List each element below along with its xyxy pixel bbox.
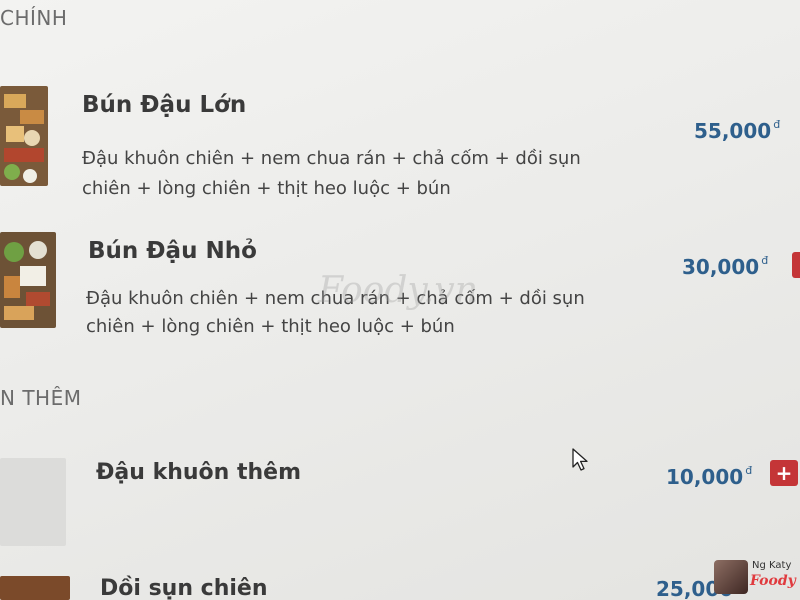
currency-symbol: đ bbox=[745, 464, 753, 477]
price-value: 55,000 bbox=[694, 119, 772, 143]
price-value: 10,000 bbox=[666, 465, 744, 489]
price-value: 30,000 bbox=[682, 255, 760, 279]
photo-credit-badge: Ng Katy Foody bbox=[712, 556, 800, 600]
item-thumbnail-placeholder bbox=[0, 458, 66, 546]
item-description: chiên + lòng chiên + thịt heo luộc + bún bbox=[86, 316, 455, 337]
item-name[interactable]: Dồi sụn chiên bbox=[100, 576, 267, 600]
watermark-logo: Foody.vn bbox=[318, 270, 478, 311]
item-description: Đậu khuôn chiên + nem chua rán + chả cốm… bbox=[82, 148, 581, 169]
credit-user-name: Ng Katy bbox=[752, 560, 792, 571]
item-name[interactable]: Đậu khuôn thêm bbox=[96, 460, 301, 485]
item-thumbnail[interactable] bbox=[0, 232, 56, 328]
plus-icon: + bbox=[775, 461, 793, 485]
add-to-cart-button[interactable] bbox=[792, 252, 800, 278]
avatar bbox=[714, 560, 748, 594]
currency-symbol: đ bbox=[773, 118, 781, 131]
item-thumbnail[interactable] bbox=[0, 86, 48, 186]
section-title-extra: N THÊM bbox=[0, 386, 82, 410]
item-price: 30,000 đ bbox=[682, 254, 768, 279]
add-to-cart-button[interactable]: + bbox=[770, 460, 798, 486]
item-price: 10,000 đ bbox=[666, 464, 752, 489]
food-photo-icon bbox=[0, 232, 56, 328]
item-name[interactable]: Bún Đậu Nhỏ bbox=[88, 238, 257, 264]
brand-logo: Foody bbox=[750, 573, 796, 589]
item-price: 55,000 đ bbox=[694, 118, 780, 143]
item-name[interactable]: Bún Đậu Lớn bbox=[82, 92, 246, 118]
currency-symbol: đ bbox=[761, 254, 769, 267]
food-photo-icon bbox=[0, 86, 48, 186]
item-thumbnail[interactable] bbox=[0, 576, 70, 600]
section-title-main: CHÍNH bbox=[0, 6, 68, 30]
mouse-cursor-icon bbox=[572, 448, 588, 471]
item-description: chiên + lòng chiên + thịt heo luộc + bún bbox=[82, 178, 451, 199]
